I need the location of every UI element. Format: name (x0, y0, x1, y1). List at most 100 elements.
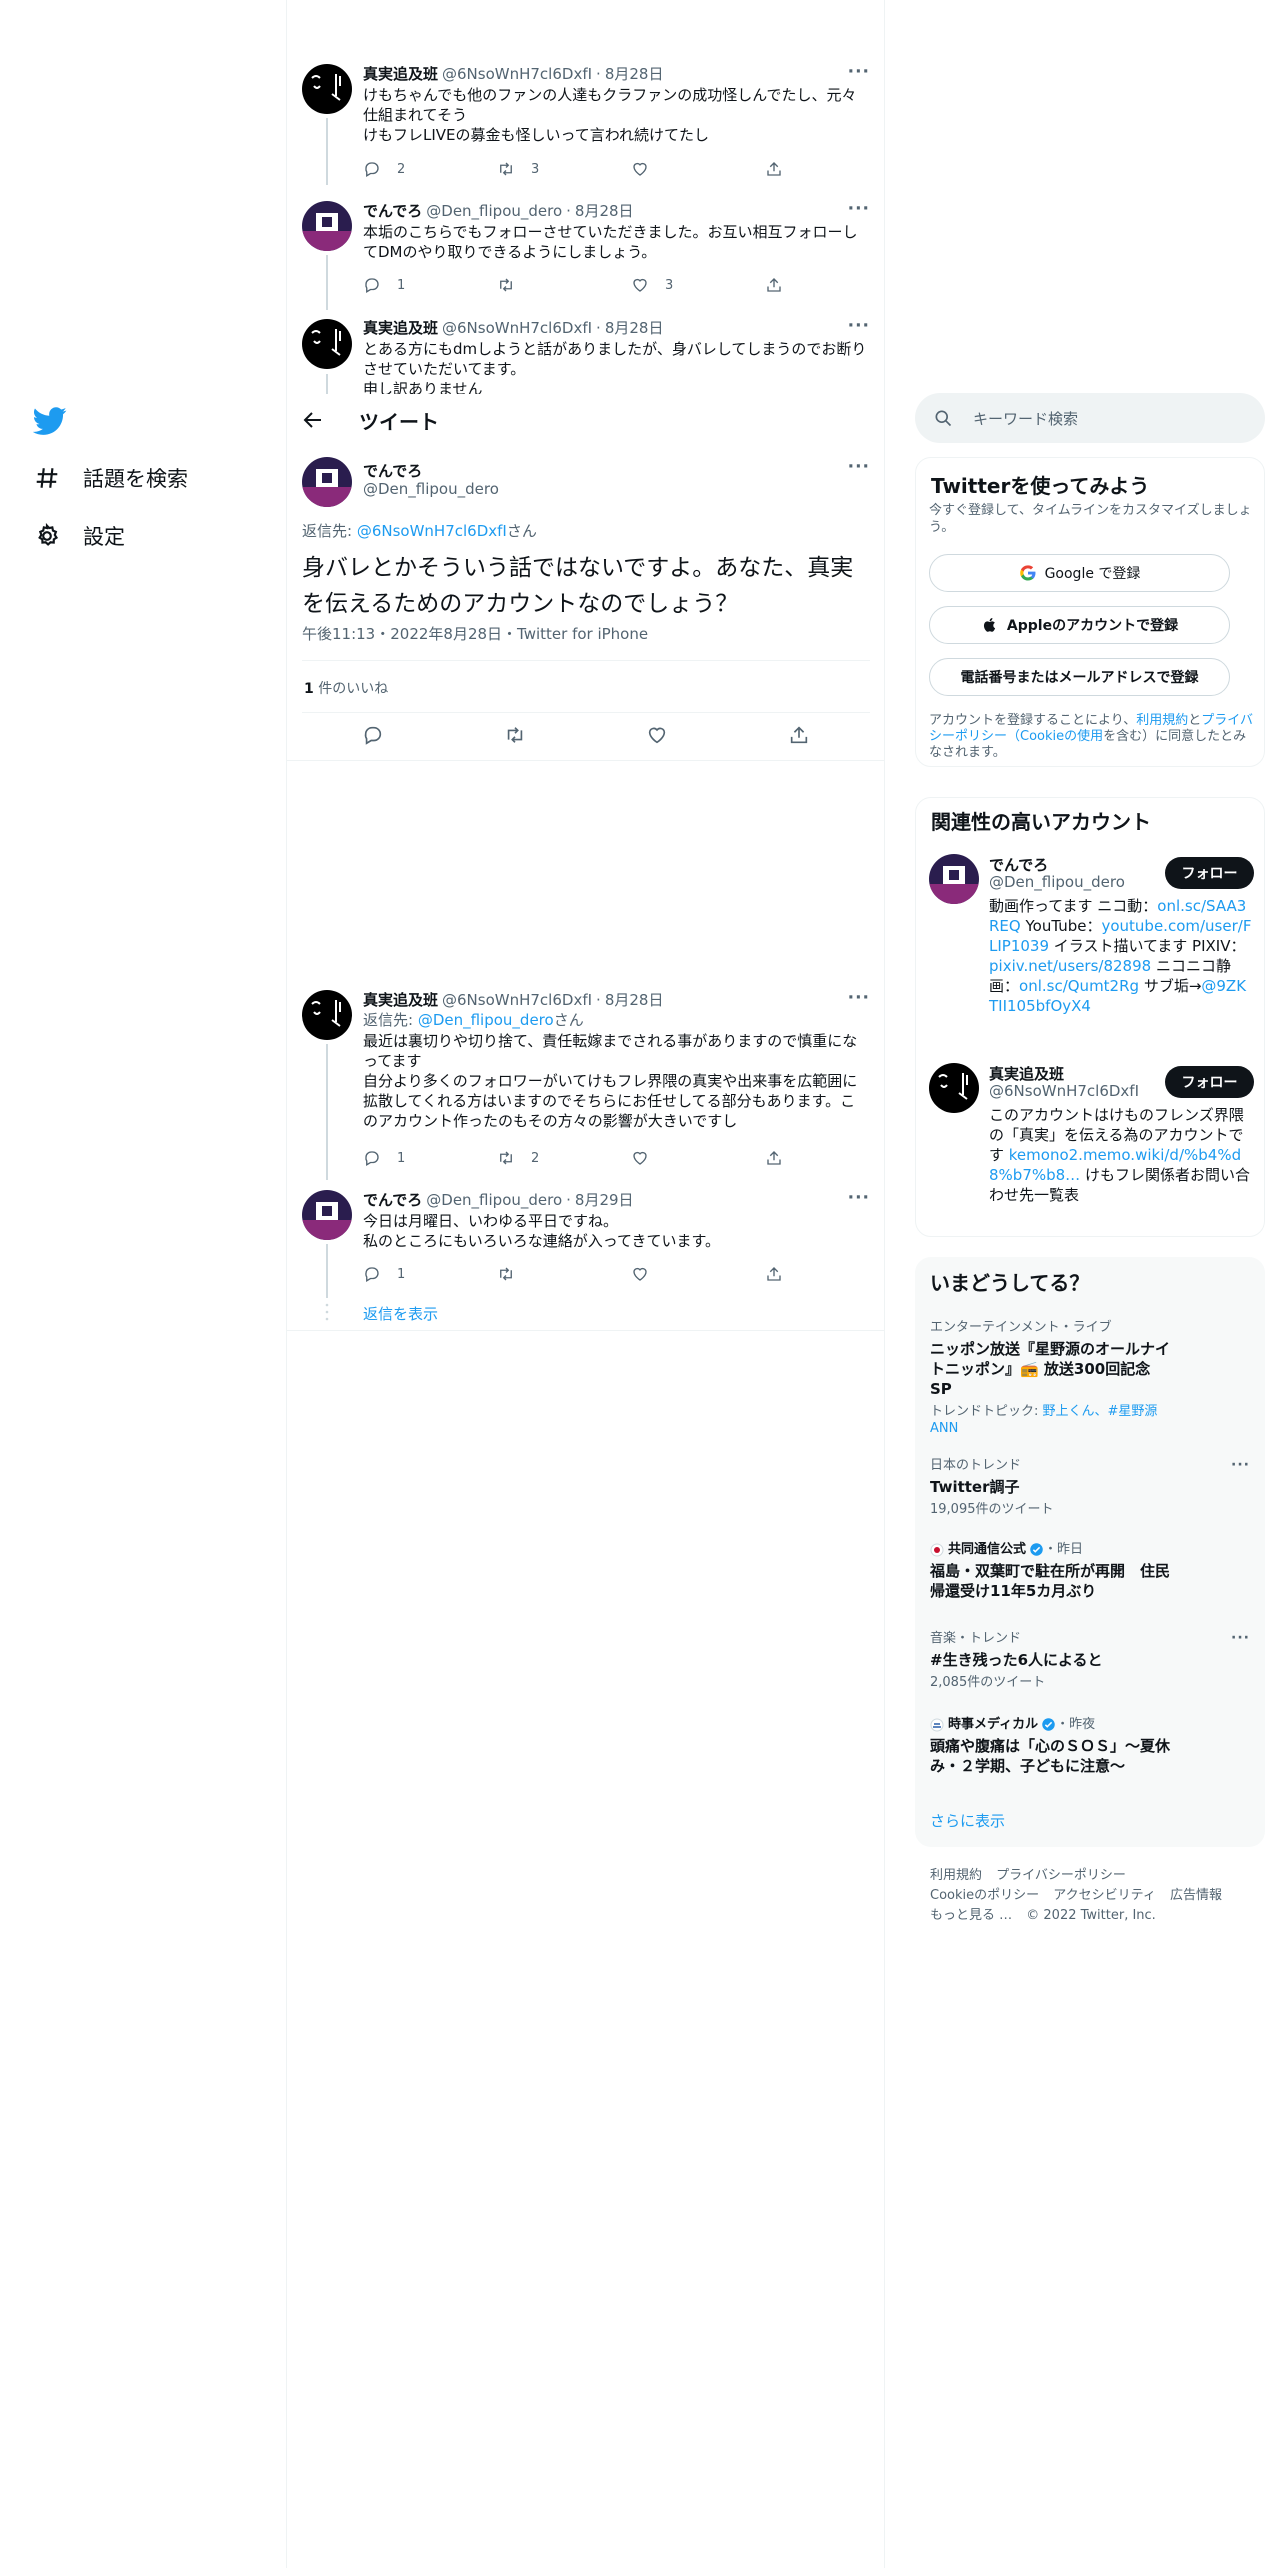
display-name[interactable]: 真実追及班 (363, 64, 438, 84)
more-options-icon[interactable]: ··· (848, 1188, 870, 1208)
thread-tweet[interactable]: 真実追及班 @6NsoWnH7cl6DxfI · 8月28日 ··· けもちゃん… (287, 60, 884, 185)
retweet-button[interactable]: 3 (497, 159, 607, 179)
user-handle[interactable]: @6NsoWnH7cl6DxfI (989, 1082, 1139, 1100)
user-handle[interactable]: @Den_flipou_dero (426, 1190, 562, 1210)
more-options-icon[interactable]: ··· (1231, 1630, 1250, 1646)
retweet-button[interactable] (497, 1264, 607, 1284)
user-handle[interactable]: @Den_flipou_dero (363, 480, 499, 498)
tweet-date[interactable]: 8月28日 (575, 201, 634, 221)
show-replies-link[interactable]: 返信を表示 (363, 1303, 438, 1324)
like-button[interactable] (631, 1148, 741, 1168)
bio-link[interactable]: onl.sc/Qumt2Rg (1019, 977, 1139, 995)
reply-tweet[interactable]: でんでろ @Den_flipou_dero · 8月29日 ··· 今日は月曜日… (287, 1188, 884, 1298)
footer-link-accessibility[interactable]: アクセシビリティ (1053, 1888, 1156, 1903)
like-button[interactable]: 3 (631, 275, 741, 295)
avatar[interactable] (302, 319, 352, 369)
more-options-icon[interactable]: ··· (848, 199, 870, 219)
apple-signup-button[interactable]: Appleのアカウントで登録 (929, 606, 1230, 644)
phone-email-signup-button[interactable]: 電話番号またはメールアドレスで登録 (929, 658, 1230, 696)
trend-item[interactable]: 音楽・トレンド #生き残った6人によると 2,085件のツイート ··· (930, 1630, 1250, 1691)
avatar[interactable] (302, 64, 352, 114)
retweet-button[interactable]: 2 (497, 1148, 607, 1168)
more-options-icon[interactable]: ··· (848, 988, 870, 1008)
display-name[interactable]: 真実追及班 (989, 1063, 1064, 1084)
more-options-icon[interactable]: ··· (848, 316, 870, 336)
share-button[interactable] (765, 159, 783, 179)
tweet-actions: 1 2 (363, 1148, 783, 1168)
likes-count[interactable]: 1 件のいいね (304, 678, 388, 698)
more-options-icon[interactable]: ··· (848, 62, 870, 82)
related-account[interactable]: 真実追及班 @6NsoWnH7cl6DxfI フォロー このアカウントはけものフ… (929, 1063, 1254, 1223)
display-name[interactable]: でんでろ (363, 460, 422, 481)
display-name[interactable]: でんでろ (363, 1190, 422, 1210)
bio-link[interactable]: pixiv.net/users/82898 (989, 957, 1151, 975)
tweet-timestamp[interactable]: 午後11:13・2022年8月28日・Twitter for iPhone (302, 623, 648, 644)
show-more-link[interactable]: さらに表示 (930, 1810, 1005, 1831)
nav-settings[interactable]: 設定 (33, 516, 125, 556)
reply-tweet[interactable]: 真実追及班 @6NsoWnH7cl6DxfI · 8月28日 ··· 返信先: … (287, 988, 884, 1180)
terms-link[interactable]: 利用規約 (1136, 713, 1188, 728)
display-name[interactable]: 真実追及班 (363, 318, 438, 338)
news-item[interactable]: 時事メディカル ・昨夜 頭痛や腹痛は「心のＳＯＳ」～夏休み・２学期、子どもに注意… (930, 1716, 1250, 1776)
nav-explore[interactable]: 話題を検索 (33, 458, 188, 498)
follow-button[interactable]: フォロー (1165, 1066, 1254, 1098)
divider (287, 1330, 884, 1331)
tweet-date[interactable]: 8月28日 (605, 990, 664, 1010)
reply-button[interactable]: 1 (363, 1148, 473, 1168)
tweet-date[interactable]: 8月28日 (605, 64, 664, 84)
share-icon[interactable] (788, 724, 810, 746)
share-button[interactable] (765, 275, 783, 295)
separator-dot: · (566, 1191, 571, 1209)
thread-tweet[interactable]: でんでろ @Den_flipou_dero · 8月28日 ··· 本垢のこちら… (287, 195, 884, 310)
display-name[interactable]: でんでろ (363, 201, 422, 221)
user-handle[interactable]: @Den_flipou_dero (426, 201, 562, 221)
footer-link-privacy[interactable]: プライバシーポリシー (996, 1868, 1126, 1883)
trend-item[interactable]: エンターテインメント・ライブ ニッポン放送『星野源のオールナイトニッポン』📻 放… (930, 1319, 1250, 1437)
reply-button[interactable]: 1 (363, 275, 473, 295)
retweet-icon[interactable] (504, 724, 526, 746)
user-handle[interactable]: @6NsoWnH7cl6DxfI (442, 318, 592, 338)
reply-button[interactable]: 1 (363, 1264, 473, 1284)
google-signup-button[interactable]: Google で登録 (929, 554, 1230, 592)
trend-item[interactable]: 日本のトレンド Twitter調子 19,095件のツイート ··· (930, 1457, 1250, 1518)
heart-icon[interactable] (646, 724, 668, 746)
avatar[interactable] (302, 201, 352, 251)
share-button[interactable] (765, 1148, 783, 1168)
tweet-date[interactable]: 8月29日 (575, 1190, 634, 1210)
footer-link-ads[interactable]: 広告情報 (1170, 1888, 1222, 1903)
retweet-icon (500, 1267, 512, 1281)
display-name[interactable]: 真実追及班 (363, 990, 438, 1010)
avatar[interactable] (929, 1063, 979, 1113)
user-handle[interactable]: @Den_flipou_dero (989, 873, 1125, 891)
like-button[interactable] (631, 1264, 741, 1284)
twitter-bird-logo-icon[interactable] (33, 404, 67, 438)
avatar[interactable] (302, 990, 352, 1040)
retweet-button[interactable] (497, 275, 607, 295)
reply-to-handle[interactable]: @Den_flipou_dero (418, 1011, 554, 1029)
avatar[interactable] (302, 457, 352, 507)
footer-link-terms[interactable]: 利用規約 (930, 1868, 982, 1883)
footer-link-more[interactable]: もっと見る … (930, 1908, 1012, 1923)
reply-button[interactable]: 2 (363, 159, 473, 179)
search-input[interactable]: キーワード検索 (915, 393, 1265, 443)
back-arrow-icon[interactable] (301, 408, 325, 432)
user-handle[interactable]: @6NsoWnH7cl6DxfI (442, 64, 592, 84)
follow-button[interactable]: フォロー (1165, 857, 1254, 889)
thread-tweet[interactable]: 真実追及班 @6NsoWnH7cl6DxfI · 8月28日 ··· とある方に… (287, 312, 884, 394)
share-button[interactable] (765, 1264, 783, 1284)
related-account[interactable]: でんでろ @Den_flipou_dero フォロー 動画作ってます ニコ動：o… (929, 854, 1254, 1054)
tweet-date[interactable]: 8月28日 (605, 318, 664, 338)
news-item[interactable]: 共同通信公式 ・昨日 福島・双葉町で駐在所が再開 住民帰還受け11年5カ月ぶり (930, 1541, 1250, 1601)
reply-to-handle[interactable]: @6NsoWnH7cl6DxfI (357, 522, 507, 540)
more-options-icon[interactable]: ··· (848, 457, 870, 477)
reply-icon[interactable] (362, 724, 384, 746)
user-handle[interactable]: @6NsoWnH7cl6DxfI (442, 990, 592, 1010)
more-options-icon[interactable]: ··· (1231, 1457, 1250, 1473)
display-name[interactable]: でんでろ (989, 854, 1048, 875)
share-icon (767, 278, 781, 292)
like-button[interactable] (631, 159, 741, 179)
footer-link-cookies[interactable]: Cookieのポリシー (930, 1888, 1039, 1903)
avatar[interactable] (302, 1190, 352, 1240)
tweet-text: 今日は月曜日、いわゆる平日ですね。 私のところにもいろいろな連絡が入ってきていま… (363, 1212, 721, 1250)
avatar[interactable] (929, 854, 979, 904)
